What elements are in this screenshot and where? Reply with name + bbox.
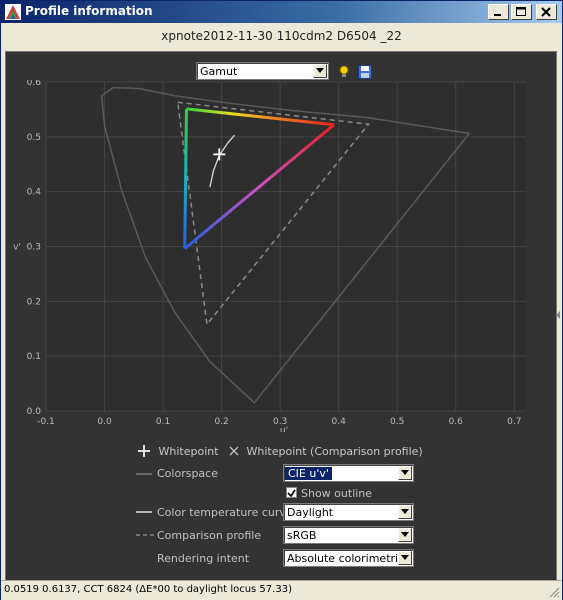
color-temp-select[interactable]: Daylight	[283, 503, 414, 521]
x-tick-label: 0.7	[507, 417, 521, 427]
intent-select[interactable]: Absolute colorimetric	[283, 549, 414, 567]
y-tick-label: 0.6	[27, 80, 42, 88]
gamut-edge-blue-green	[183, 108, 188, 249]
y-tick-label: 0.0	[27, 407, 42, 417]
intent-select-value: Absolute colorimetric	[287, 552, 405, 565]
color-temp-select-value: Daylight	[287, 506, 334, 519]
show-outline-checkbox[interactable]	[286, 487, 297, 498]
x-tick-label: -0.1	[37, 417, 55, 427]
colorspace-select[interactable]: CIE u'v'	[283, 464, 414, 482]
comparison-dashed-line-icon	[136, 534, 154, 536]
x-tick-label: 0.2	[214, 417, 228, 427]
cross-marker-icon	[229, 446, 239, 456]
gamut-chart: -0.1 0.0 0.1 0.2 0.3 0.4 0.5 0.6 0.70.00.10.20.3…	[13, 80, 526, 432]
resize-grip-icon[interactable]	[548, 586, 560, 598]
colorspace-line-icon	[136, 473, 152, 475]
colorspace-label: Colorspace	[157, 467, 218, 480]
app-icon	[5, 4, 21, 20]
check-icon	[287, 489, 296, 498]
splitter-arrow-icon[interactable]	[555, 311, 561, 319]
x-tick-label: 0.5	[390, 417, 404, 427]
x-tick-label: 0.4	[332, 417, 347, 427]
x-tick-label: 0.0	[97, 417, 112, 427]
gamut-panel: Gamut -0.1 0.0 0.1 0.2 0.3 0.4 0.5 0.6 0.7 0.0 0.1…	[5, 51, 557, 581]
color-temp-line-icon	[136, 511, 152, 513]
x-tick-label: 0.1	[156, 417, 170, 427]
chevron-down-icon[interactable]	[398, 466, 412, 480]
chevron-down-icon[interactable]	[398, 551, 412, 565]
whitepoint-label: Whitepoint	[158, 445, 219, 458]
chevron-down-icon[interactable]	[313, 64, 327, 78]
maximize-button[interactable]	[511, 4, 532, 20]
y-tick-label: 0.5	[27, 133, 41, 143]
profile-information-window: Profile information xpnote2012-11-30 110…	[0, 0, 563, 600]
view-select[interactable]: Gamut	[196, 62, 329, 80]
status-text: 0.0519 0.6137, CCT 6824 (ΔE*00 to daylig…	[4, 584, 292, 595]
color-temp-label: Color temperature curve	[157, 506, 293, 519]
whitepoint-comparison-label: Whitepoint (Comparison profile)	[246, 445, 423, 458]
whitepoint-comparison-legend: Whitepoint (Comparison profile)	[229, 445, 423, 458]
intent-label: Rendering intent	[157, 552, 250, 565]
lightbulb-icon[interactable]	[338, 65, 350, 79]
close-button[interactable]	[536, 4, 557, 20]
x-axis-label: u'	[280, 426, 288, 432]
y-tick-label: 0.4	[27, 188, 42, 198]
view-select-value: Gamut	[200, 65, 238, 78]
status-bar: 0.0519 0.6137, CCT 6824 (ΔE*00 to daylig…	[1, 580, 562, 600]
y-tick-label: 0.1	[27, 352, 41, 362]
y-tick-label: 0.3	[27, 243, 41, 253]
plus-marker-icon	[138, 445, 150, 457]
comparison-select[interactable]: sRGB	[283, 526, 414, 544]
y-tick-label: 0.2	[27, 297, 41, 307]
chevron-down-icon[interactable]	[398, 505, 412, 519]
colorspace-select-value: CIE u'v'	[285, 467, 332, 480]
maximize-icon	[516, 7, 526, 16]
profile-name: xpnote2012-11-30 110cdm2 D6504 _22	[161, 29, 402, 43]
comparison-select-value: sRGB	[287, 529, 317, 542]
minimize-button[interactable]	[488, 4, 509, 20]
window-title: Profile information	[25, 4, 153, 18]
chevron-down-icon[interactable]	[398, 528, 412, 542]
y-axis-label: v'	[13, 243, 21, 253]
title-bar[interactable]: Profile information	[1, 1, 562, 23]
show-outline-label: Show outline	[301, 487, 373, 500]
comparison-label: Comparison profile	[157, 529, 262, 542]
save-icon[interactable]	[358, 65, 372, 79]
x-tick-label: 0.6	[449, 417, 464, 427]
whitepoint-legend: Whitepoint	[138, 445, 219, 458]
close-icon	[541, 7, 551, 17]
minimize-icon	[494, 14, 501, 16]
